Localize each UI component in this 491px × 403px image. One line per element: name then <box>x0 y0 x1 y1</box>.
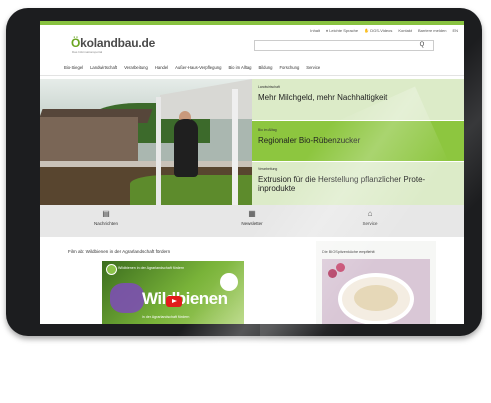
hero-teaser-2[interactable]: Bio im Alltag Regionaler Bio-Rübenzucker <box>252 121 464 161</box>
util-link-barriere[interactable]: Barriere melden <box>418 28 446 33</box>
site-logo[interactable]: Ökolandbau.de <box>71 36 155 50</box>
util-link-dgs-videos[interactable]: ✋ DGS-Videos <box>364 28 392 33</box>
tablet-screen: Ökolandbau.de Das Informationsportal Inh… <box>40 21 464 324</box>
util-link-inhalt[interactable]: Inhalt <box>310 28 320 33</box>
nav-item-service[interactable]: Service <box>306 65 320 70</box>
teaser-kicker: Bio im Alltag <box>258 128 277 132</box>
photo-barn <box>40 117 138 167</box>
quicklink-newsletter[interactable]: ▦ Newsletter <box>212 209 292 226</box>
channel-avatar <box>106 264 117 275</box>
util-link-leichte-sprache[interactable]: ♦ Leichte Sprache <box>326 28 358 33</box>
util-label: Leichte Sprache <box>329 28 359 33</box>
logo-tagline: Das Informationsportal <box>72 50 103 54</box>
nav-item-verarbeitung[interactable]: Verarbeitung <box>124 65 148 70</box>
quicklink-service[interactable]: ⌂ Service <box>330 209 410 226</box>
photo-post <box>232 89 238 205</box>
recipe-soup <box>354 285 398 311</box>
util-link-en[interactable]: EN <box>452 28 458 33</box>
quicklink-label: Service <box>362 221 378 226</box>
utility-nav: Inhalt ♦ Leichte Sprache ✋ DGS-Videos Ko… <box>310 28 458 33</box>
search-icon[interactable]: Q <box>416 41 428 50</box>
photo-post <box>156 97 161 205</box>
video-player[interactable]: Wildbienen in der Agrarlandschaft förder… <box>102 261 244 324</box>
recipe-image[interactable] <box>322 259 430 324</box>
hero-teasers: Landwirtschaft Mehr Milchgeld, mehr Nach… <box>252 79 464 205</box>
nav-item-bildung[interactable]: Bildung <box>259 65 273 70</box>
util-link-kontakt[interactable]: Kontakt <box>398 28 412 33</box>
nav-item-bio-im-alltag[interactable]: Bio im Alltag <box>228 65 251 70</box>
logo-text: kolandbau.de <box>80 36 156 50</box>
teaser-headline: Mehr Milchgeld, mehr Nachhaltigkeit <box>258 93 388 102</box>
home-icon: ⌂ <box>367 209 373 218</box>
nav-item-forschung[interactable]: Forschung <box>279 65 299 70</box>
quicklinks-bar: ▤ Nachrichten ▦ Newsletter ⌂ Service <box>40 205 464 237</box>
hero-photo[interactable] <box>40 79 252 205</box>
teaser-kicker: Verarbeitung <box>258 167 278 171</box>
recipe-berry <box>336 263 345 272</box>
quicklink-nachrichten[interactable]: ▤ Nachrichten <box>66 209 146 226</box>
recipe-berry <box>328 269 337 278</box>
newspaper-icon: ▤ <box>102 209 110 218</box>
search-input[interactable] <box>254 40 434 51</box>
main-nav: Bio-Siegel Landwirtschaft Verarbeitung H… <box>64 65 320 70</box>
teaser-kicker: Landwirtschaft <box>258 85 280 89</box>
nav-item-landwirtschaft[interactable]: Landwirtschaft <box>90 65 117 70</box>
nav-item-handel[interactable]: Handel <box>155 65 168 70</box>
hero-teaser-3[interactable]: Verarbeitung Extrusion für die Herstellu… <box>252 162 464 205</box>
quicklink-label: Nachrichten <box>93 221 118 226</box>
film-section-title: Film ab: Wildbienen in der Agrarlandscha… <box>68 249 171 254</box>
recipe-teaser-title: Die BIOSpitzenküche empfiehlt <box>322 250 375 254</box>
nav-item-bio-siegel[interactable]: Bio-Siegel <box>64 65 83 70</box>
video-flower <box>110 283 144 313</box>
nav-item-ausser-haus[interactable]: Außer-Haus-Verpflegung <box>175 65 221 70</box>
teaser-headline: Extrusion für die Herstellung pflanzlich… <box>258 175 426 193</box>
hero-section: Landwirtschaft Mehr Milchgeld, mehr Nach… <box>40 79 464 205</box>
video-overlay-title: Wildbienen <box>142 289 228 308</box>
accent-bar <box>40 21 464 25</box>
calendar-icon: ▦ <box>248 209 256 218</box>
teaser-headline: Regionaler Bio-Rübenzucker <box>258 136 361 145</box>
video-overlay-subtitle: in der Agrarlandschaft fördern <box>142 315 190 319</box>
photo-farmer <box>174 119 198 177</box>
quicklink-label: Newsletter <box>241 221 263 226</box>
video-channel-title: Wildbienen in der Agrarlandschaft förder… <box>118 266 185 270</box>
hero-teaser-1[interactable]: Landwirtschaft Mehr Milchgeld, mehr Nach… <box>252 79 464 120</box>
nav-divider <box>40 75 464 76</box>
logo-o: Ö <box>71 36 81 50</box>
util-label: DGS-Videos <box>370 28 393 33</box>
play-button-icon[interactable] <box>166 296 182 307</box>
